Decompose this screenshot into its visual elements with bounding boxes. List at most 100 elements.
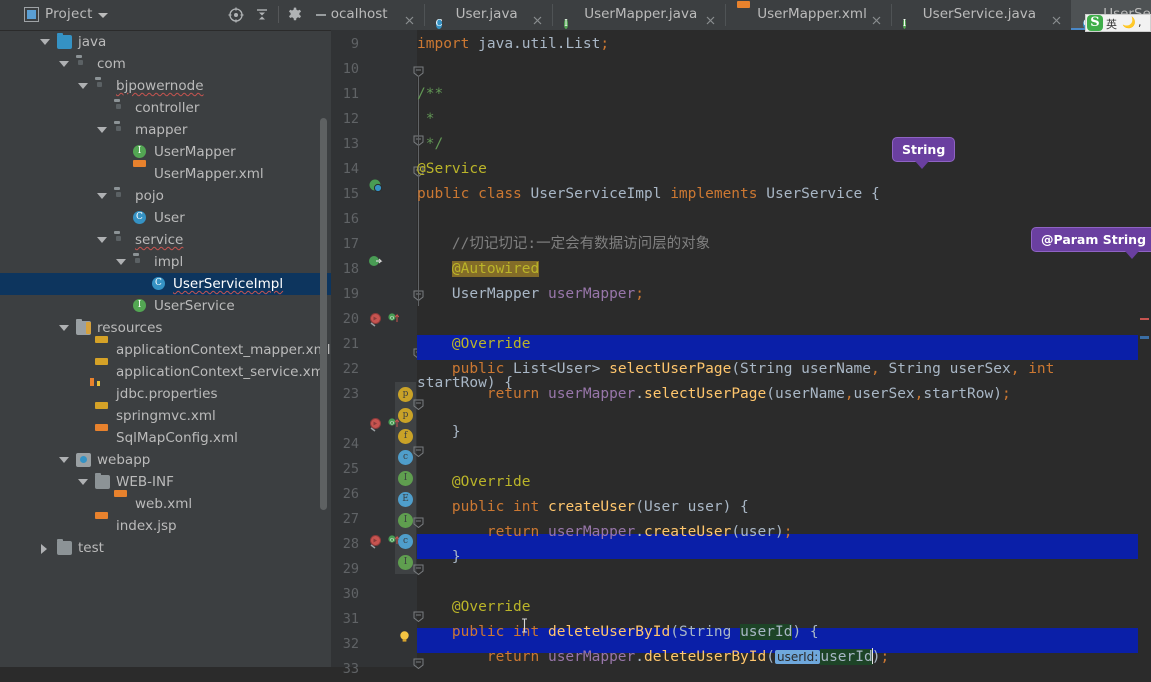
override-method-gutter-icon-1[interactable] <box>368 417 383 432</box>
tree-item-springmvc-xml[interactable]: <> springmvc.xml <box>0 402 331 427</box>
minimize-icon[interactable] <box>312 6 330 24</box>
tree-item-userserviceimpl[interactable]: C UserServiceImpl <box>0 273 331 295</box>
tree-item-com[interactable]: com <box>0 53 331 75</box>
code-line[interactable]: public List<User> selectUserPage(String … <box>417 357 1054 382</box>
close-icon[interactable] <box>705 8 716 25</box>
chevron-down-icon[interactable] <box>97 237 107 243</box>
gutter-member-badge[interactable]: I <box>398 471 413 486</box>
code-line[interactable]: @Override <box>417 595 531 620</box>
editor-tab-usermapper-java[interactable]: I UserMapper.java <box>552 0 725 30</box>
project-file-tree[interactable]: java com bjpowernode controller mapper I UserM… <box>0 31 331 667</box>
tree-item-sqlmapconfig-xml[interactable]: <> SqlMapConfig.xml <box>0 424 331 449</box>
tree-item-applicationcontext-mapper-xml[interactable]: <> applicationContext_mapper.xml <box>0 336 331 361</box>
tree-item-web-inf[interactable]: WEB-INF <box>0 471 331 493</box>
implements-marker-icon-1[interactable]: O <box>388 417 400 430</box>
code-line[interactable]: @Override <box>417 470 531 495</box>
gutter-member-badge[interactable]: c <box>398 534 413 549</box>
gutter-member-badge[interactable]: I <box>398 513 413 528</box>
tree-item-web-xml[interactable]: <> web.xml <box>0 490 331 515</box>
code-line[interactable]: public int deleteUserById(String userId)… <box>417 620 819 645</box>
error-stripe-markers[interactable] <box>1138 30 1151 667</box>
code-line[interactable]: } <box>417 545 461 570</box>
gear-icon[interactable] <box>286 6 304 24</box>
comma-icon[interactable]: , <box>1138 16 1142 29</box>
code-line[interactable]: import java.util.List; <box>417 32 609 57</box>
tree-item-usermapper[interactable]: I UserMapper <box>0 141 331 163</box>
implements-marker-icon-0[interactable]: O <box>388 312 400 325</box>
code-line[interactable]: @Autowired <box>417 257 540 282</box>
code-line[interactable]: public class UserServiceImpl implements … <box>417 182 880 207</box>
run-class-gutter-icon[interactable] <box>368 178 383 193</box>
error-marker[interactable] <box>1140 318 1149 320</box>
tree-item-pojo[interactable]: pojo <box>0 185 331 207</box>
editor-tab-user-java[interactable]: C User.java <box>424 0 553 30</box>
code-line[interactable]: //切记切记:一定会有数据访问层的对象 <box>417 232 710 257</box>
gutter-member-badge[interactable]: c <box>398 450 413 465</box>
editor-tab-usermapper-xml[interactable]: <> UserMapper.xml <box>725 0 891 30</box>
close-icon[interactable] <box>404 8 415 25</box>
code-line[interactable]: /** <box>417 82 443 107</box>
collapse-all-icon[interactable] <box>253 6 271 24</box>
caret-marker[interactable] <box>1140 336 1149 339</box>
moon-icon[interactable]: 🌙 <box>1122 16 1136 29</box>
code-line[interactable]: UserMapper userMapper; <box>417 282 644 307</box>
code-line[interactable]: return userMapper.deleteUserById(userId:… <box>417 645 889 667</box>
editor-tab-userservice-java[interactable]: I UserService.java <box>891 0 1071 30</box>
chevron-down-icon[interactable] <box>59 325 69 331</box>
tree-item-mapper[interactable]: mapper <box>0 119 331 141</box>
chevron-down-icon[interactable] <box>78 83 88 89</box>
tree-item-jdbc-properties[interactable]: jdbc.properties <box>0 381 331 405</box>
close-icon[interactable] <box>1051 8 1062 25</box>
chevron-right-icon[interactable] <box>41 544 47 554</box>
tree-item-bjpowernode[interactable]: bjpowernode <box>0 75 331 97</box>
code-line[interactable]: @Override <box>417 332 531 357</box>
gutter-member-badge[interactable]: p <box>398 408 413 423</box>
ime-mode-label[interactable]: 英 <box>1106 16 1117 32</box>
code-line[interactable]: @Service <box>417 157 487 182</box>
chevron-down-icon[interactable] <box>116 259 126 265</box>
chevron-down-icon[interactable] <box>59 61 69 67</box>
chevron-down-icon[interactable] <box>97 127 107 133</box>
tree-item-applicationcontext-service-xml[interactable]: <> applicationContext_service.xml <box>0 358 331 383</box>
tree-item-test[interactable]: test <box>0 537 331 559</box>
override-method-gutter-icon-0[interactable] <box>368 312 383 327</box>
gutter-member-badge[interactable]: E <box>398 492 413 507</box>
tree-item-service[interactable]: service <box>0 229 331 251</box>
tree-item-usermapper-xml[interactable]: <> UserMapper.xml <box>0 160 331 185</box>
code-content[interactable]: import java.util.List;/** * */@Service pu… <box>417 30 1151 667</box>
gutter-member-badge[interactable]: I <box>398 555 413 570</box>
tree-item-resources[interactable]: resources <box>0 317 331 339</box>
locate-icon[interactable] <box>227 6 245 24</box>
gutter-member-badge[interactable]: f <box>398 429 413 444</box>
chevron-down-icon[interactable] <box>59 457 69 463</box>
editor-tab-localhost[interactable]: localhost <box>331 0 424 30</box>
editor-gutter[interactable]: 9 10 11 12 13 14 15 16 17 18 19 20 21 22 23 24 25 26 27 28 2… <box>331 30 424 677</box>
ime-status-bar[interactable]: S 英 🌙 , <box>1085 14 1151 32</box>
tree-item-user[interactable]: C User <box>0 207 331 229</box>
override-method-gutter-icon-2[interactable] <box>368 534 383 549</box>
tree-item-java[interactable]: java <box>0 31 331 53</box>
tree-item-index-jsp[interactable]: JSP index.jsp <box>0 512 331 537</box>
chevron-down-icon[interactable] <box>78 479 88 485</box>
chevron-down-icon[interactable] <box>97 193 107 199</box>
chevron-down-icon[interactable] <box>40 39 50 45</box>
tree-item-impl[interactable]: impl <box>0 251 331 273</box>
code-line[interactable]: public int createUser(User user) { <box>417 495 749 520</box>
intention-bulb-icon-2[interactable] <box>398 630 411 643</box>
bean-gutter-icon[interactable] <box>368 254 383 269</box>
code-line[interactable]: return userMapper.selectUserPage(userNam… <box>417 382 1011 407</box>
code-line[interactable]: */ <box>417 132 443 157</box>
chevron-down-icon[interactable] <box>98 13 108 18</box>
code-line[interactable]: return userMapper.createUser(user); <box>417 520 793 545</box>
tree-item-webapp[interactable]: webapp <box>0 449 331 471</box>
project-tree-scrollbar[interactable] <box>320 118 327 510</box>
gutter-member-badge[interactable]: p <box>398 387 413 402</box>
close-icon[interactable] <box>871 8 882 25</box>
editor-tab-bar[interactable]: localhost C User.java I UserMapper.java <> Use… <box>331 0 1151 30</box>
tree-item-controller[interactable]: controller <box>0 97 331 119</box>
sogou-logo-icon[interactable]: S <box>1087 15 1103 31</box>
code-line[interactable]: } <box>417 420 461 445</box>
code-line[interactable]: * <box>417 107 435 132</box>
tree-item-userservice[interactable]: I UserService <box>0 295 331 317</box>
close-icon[interactable] <box>532 8 543 25</box>
